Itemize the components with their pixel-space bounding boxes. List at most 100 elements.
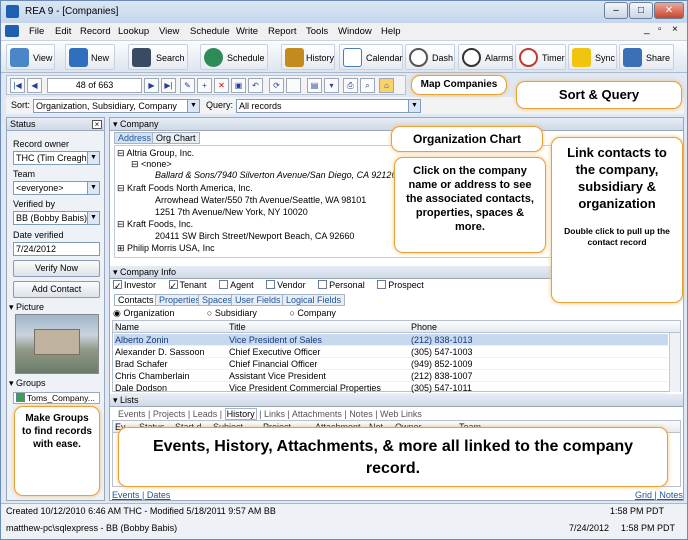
tree-node[interactable]: 20411 SW Birch Street/Newport Beach, CA … xyxy=(155,231,354,241)
group-item[interactable]: Toms_Company... xyxy=(13,392,100,404)
checkbox-icon[interactable] xyxy=(16,393,25,403)
dates-link[interactable]: Dates xyxy=(147,490,171,500)
mdi-restore-icon[interactable]: ▫ xyxy=(658,24,662,35)
column-title[interactable]: Title xyxy=(229,322,246,332)
next-record-icon[interactable]: ▶ xyxy=(144,78,159,93)
investor-checkbox[interactable]: ✓ Investor xyxy=(113,280,156,291)
history-button[interactable]: History xyxy=(281,44,335,70)
schedule-button[interactable]: Schedule xyxy=(200,44,268,70)
share-button[interactable]: Share xyxy=(619,44,674,70)
table-row[interactable]: Alexander D. Sassoon Chief Executive Offi… xyxy=(114,346,668,358)
picture-header[interactable]: ▾ Picture xyxy=(9,302,44,313)
verify-now-button[interactable]: Verify Now xyxy=(13,260,100,277)
new-button[interactable]: New xyxy=(65,44,115,70)
grid-link[interactable]: Grid xyxy=(635,490,652,500)
menu-write[interactable]: Write xyxy=(236,26,258,37)
last-record-icon[interactable]: ▶| xyxy=(161,78,176,93)
view-button[interactable]: View xyxy=(6,44,55,70)
menu-help[interactable]: Help xyxy=(381,26,401,37)
previous-record-icon[interactable]: ◀ xyxy=(27,78,42,93)
dropdown-icon[interactable]: ▾ xyxy=(324,78,339,93)
edit-record-icon[interactable]: ✎ xyxy=(180,78,195,93)
close-button[interactable]: ✕ xyxy=(654,2,684,19)
add-contact-button[interactable]: Add Contact xyxy=(13,281,100,298)
grid-scrollbar[interactable] xyxy=(669,333,680,392)
tab-projects[interactable]: Projects xyxy=(153,409,186,419)
tab-address[interactable]: Address xyxy=(114,132,156,144)
tab-events[interactable]: Events xyxy=(118,409,146,419)
copy-icon[interactable]: ▤ xyxy=(307,78,322,93)
verified-by-select[interactable]: BB (Bobby Babis) ▼ xyxy=(13,211,100,225)
dash-button[interactable]: Dash xyxy=(405,44,455,70)
agent-checkbox[interactable]: Agent xyxy=(219,280,254,290)
tab-properties[interactable]: Properties xyxy=(155,294,205,306)
tree-node[interactable]: ⊞ Philip Morris USA, Inc xyxy=(117,243,215,254)
menu-schedule[interactable]: Schedule xyxy=(190,26,230,37)
mdi-minimize-icon[interactable]: _ xyxy=(644,24,650,35)
refresh-icon[interactable]: ⟳ xyxy=(269,78,284,93)
zoom-icon[interactable]: ⌕ xyxy=(360,78,375,93)
menu-record[interactable]: Record xyxy=(80,26,111,37)
close-panel-icon[interactable]: × xyxy=(92,120,102,129)
menu-lookup[interactable]: Lookup xyxy=(118,26,149,37)
organization-radio[interactable]: ◉ Organization xyxy=(113,308,174,318)
date-verified-field[interactable]: 7/24/2012 xyxy=(13,242,100,256)
maximize-button[interactable]: □ xyxy=(629,2,653,19)
minimize-button[interactable]: – xyxy=(604,2,628,19)
tree-node[interactable]: ⊟ Kraft Foods, Inc. xyxy=(117,219,193,230)
tab-contacts[interactable]: Contacts xyxy=(114,294,158,306)
print-icon[interactable]: ⎙ xyxy=(343,78,358,93)
sync-button[interactable]: Sync xyxy=(568,44,617,70)
tree-node[interactable]: Ballard & Sons/7940 Silverton Avenue/San… xyxy=(155,170,396,180)
tree-node[interactable]: Arrowhead Water/550 7th Avenue/Seattle, … xyxy=(155,195,366,205)
tab-logical-fields[interactable]: Logical Fields xyxy=(282,294,346,306)
undo-icon[interactable]: ↶ xyxy=(248,78,263,93)
tab-user-fields[interactable]: User Fields xyxy=(231,294,285,306)
menu-view[interactable]: View xyxy=(159,26,179,37)
mdi-close-icon[interactable]: × xyxy=(672,24,678,35)
blank-toggle-icon[interactable] xyxy=(286,78,301,93)
tab-notes[interactable]: Notes xyxy=(349,409,373,419)
tab-leads[interactable]: Leads xyxy=(193,409,218,419)
record-owner-select[interactable]: THC (Tim Creagh) ▼ xyxy=(13,151,100,165)
tree-node[interactable]: 1251 7th Avenue/New York, NY 10020 xyxy=(155,207,308,217)
column-name[interactable]: Name xyxy=(115,322,139,332)
search-button[interactable]: Search xyxy=(128,44,188,70)
menu-edit[interactable]: Edit xyxy=(55,26,71,37)
tab-org-chart[interactable]: Org Chart xyxy=(152,132,200,144)
lists-header[interactable]: ▾ Lists xyxy=(110,394,683,407)
prospect-checkbox[interactable]: Prospect xyxy=(377,280,424,290)
sort-select[interactable]: Organization, Subsidiary, Company ▼ xyxy=(33,99,200,113)
tree-node[interactable]: ⊟ <none> xyxy=(131,159,172,170)
column-phone[interactable]: Phone xyxy=(411,322,437,332)
tree-node[interactable]: ⊟ Altria Group, Inc. xyxy=(117,148,194,159)
subsidiary-radio[interactable]: ○ Subsidiary xyxy=(207,308,257,318)
map-companies-icon[interactable]: ⌂ xyxy=(379,78,394,93)
tab-web-links[interactable]: Web Links xyxy=(380,409,422,419)
groups-header[interactable]: ▾ Groups xyxy=(9,378,46,389)
team-select[interactable]: <everyone> ▼ xyxy=(13,181,100,195)
tab-attachments[interactable]: Attachments xyxy=(292,409,342,419)
tab-history[interactable]: History xyxy=(224,408,257,420)
alarms-button[interactable]: Alarms xyxy=(458,44,513,70)
notes-link[interactable]: Notes xyxy=(659,490,683,500)
save-icon[interactable]: ▣ xyxy=(231,78,246,93)
query-select[interactable]: All records ▼ xyxy=(236,99,421,113)
child-window-icon[interactable] xyxy=(5,25,19,37)
tenant-checkbox[interactable]: ✓ Tenant xyxy=(168,280,207,291)
table-row[interactable]: Brad Schafer Chief Financial Officer (949)… xyxy=(114,358,668,370)
tab-links[interactable]: Links xyxy=(264,409,285,419)
delete-record-icon[interactable]: ✕ xyxy=(214,78,229,93)
table-row[interactable]: Alberto Zonin Vice President of Sales (212… xyxy=(114,334,668,346)
table-row[interactable]: Dale Dodson Vice President Commercial Pro… xyxy=(114,382,668,394)
timer-button[interactable]: Timer xyxy=(515,44,566,70)
company-radio[interactable]: ○ Company xyxy=(289,308,335,318)
menu-report[interactable]: Report xyxy=(268,26,297,37)
menu-file[interactable]: File xyxy=(29,26,44,37)
tree-node[interactable]: ⊟ Kraft Foods North America, Inc. xyxy=(117,183,253,194)
personal-checkbox[interactable]: Personal xyxy=(318,280,365,290)
table-row[interactable]: Chris Chamberlain Assistant Vice Presiden… xyxy=(114,370,668,382)
menu-window[interactable]: Window xyxy=(338,26,372,37)
vendor-checkbox[interactable]: Vendor xyxy=(266,280,306,290)
events-link[interactable]: Events xyxy=(112,490,140,500)
